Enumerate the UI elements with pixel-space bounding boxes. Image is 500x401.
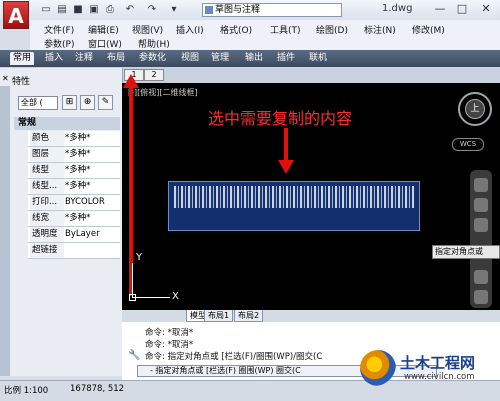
layout-tabs: 模型 布局1 布局2: [122, 310, 500, 322]
close-button[interactable]: ✕: [476, 2, 496, 16]
menu-format[interactable]: 格式(O): [220, 23, 252, 36]
ucs-origin-icon: [129, 294, 136, 301]
viewport-label[interactable]: [-][俯视][二维线框]: [128, 87, 198, 98]
menu-draw[interactable]: 绘图(D): [316, 23, 348, 36]
tab-plugins[interactable]: 插件: [274, 52, 298, 65]
pan-icon[interactable]: [474, 198, 488, 212]
property-row[interactable]: 打印... BYCOLOR: [28, 195, 120, 211]
steering-wheel-icon[interactable]: [474, 178, 488, 192]
tab-online[interactable]: 联机: [306, 52, 330, 65]
toggle-pickadd-icon[interactable]: ⊞: [62, 95, 77, 110]
minimize-button[interactable]: —: [430, 2, 450, 16]
tab-home[interactable]: 常用: [10, 52, 35, 65]
tab-output[interactable]: 输出: [242, 52, 266, 65]
gear-icon: [205, 6, 213, 14]
dropdown-icon[interactable]: ▾: [168, 4, 180, 15]
zoom-icon[interactable]: [474, 218, 488, 232]
tab-layout2[interactable]: 布局2: [234, 310, 264, 322]
menu-bar: 文件(F) 编辑(E) 视图(V) 插入(I) 格式(O) 工具(T) 绘图(D…: [30, 20, 500, 50]
ucs-x-label: X: [172, 291, 179, 302]
showmotion-icon[interactable]: [474, 290, 488, 304]
instruction-annotation: 选中需要复制的内容: [208, 109, 353, 128]
quick-select-icon[interactable]: ✎: [98, 95, 113, 110]
ribbon-tabs: 常用 插入 注释 布局 参数化 视图 管理 输出 插件 联机: [0, 50, 500, 67]
command-history-line: 命令: *取消*: [145, 340, 194, 350]
dynamic-input-tooltip: 指定对角点或: [432, 245, 500, 259]
viewcube[interactable]: 上: [465, 99, 485, 119]
print-icon[interactable]: ⎙: [104, 4, 116, 15]
redo-icon[interactable]: ↷: [146, 4, 158, 15]
watermark-logo: [360, 350, 396, 386]
command-history-line: 命令: *取消*: [145, 328, 194, 338]
open-folder-icon[interactable]: ▤: [56, 4, 68, 15]
app-logo[interactable]: A: [3, 1, 29, 29]
maximize-button[interactable]: □: [452, 2, 472, 16]
menu-tools[interactable]: 工具(T): [270, 23, 301, 36]
menu-help[interactable]: 帮助(H): [138, 37, 170, 50]
workspace-selector[interactable]: 草图与注释: [202, 3, 342, 17]
property-row[interactable]: 线宽 *多种*: [28, 211, 120, 227]
menu-view[interactable]: 视图(V): [132, 23, 163, 36]
new-file-icon[interactable]: ▭: [40, 4, 52, 15]
tab-annotate[interactable]: 注释: [72, 52, 96, 65]
menu-edit[interactable]: 编辑(E): [88, 23, 119, 36]
coordinate-readout: 167878, 512: [70, 384, 125, 394]
ucs-y-label: Y: [136, 252, 143, 263]
property-row[interactable]: 颜色 *多种*: [28, 131, 120, 147]
document-title: 1.dwg: [382, 3, 413, 14]
property-row[interactable]: 线型 *多种*: [28, 163, 120, 179]
menu-dimension[interactable]: 标注(N): [364, 23, 396, 36]
red-arrow-head-up: [123, 74, 139, 88]
ucs-x-axis: [132, 297, 170, 298]
ucs-y-axis: [132, 263, 133, 297]
menu-modify[interactable]: 修改(M): [412, 23, 445, 36]
property-row[interactable]: 线型... *多种*: [28, 179, 120, 195]
file-tab-2[interactable]: 2: [144, 69, 164, 81]
orbit-icon[interactable]: [474, 270, 488, 284]
property-row[interactable]: 图层 *多种*: [28, 147, 120, 163]
wcs-menu[interactable]: WCS: [452, 138, 484, 151]
tab-insert[interactable]: 插入: [42, 52, 66, 65]
tab-parametric[interactable]: 参数化: [136, 52, 169, 65]
selected-text-objects[interactable]: [174, 186, 414, 208]
save-as-icon[interactable]: ▣: [88, 4, 100, 15]
tab-layout1[interactable]: 布局1: [204, 310, 234, 322]
watermark-url: www.civilcn.com: [404, 372, 475, 382]
palette-side-strip[interactable]: [0, 86, 10, 376]
palette-close-icon[interactable]: ✕: [2, 74, 9, 83]
category-general[interactable]: 常规: [14, 117, 120, 130]
property-row[interactable]: 透明度 ByLayer: [28, 227, 120, 243]
menu-insert[interactable]: 插入(I): [176, 23, 204, 36]
menu-file[interactable]: 文件(F): [44, 23, 74, 36]
tab-view[interactable]: 视图: [178, 52, 202, 65]
tab-manage[interactable]: 管理: [208, 52, 232, 65]
menu-window[interactable]: 窗口(W): [88, 37, 122, 50]
red-arrow-head-down: [278, 160, 294, 174]
undo-icon[interactable]: ↶: [124, 4, 136, 15]
watermark-text: 土木工程网: [400, 354, 476, 372]
tab-layout[interactable]: 布局: [104, 52, 128, 65]
command-history-line: 命令: 指定对角点或 [栏选(F)/圈围(WP)/圈交(C: [145, 352, 323, 362]
property-row[interactable]: 超链接: [28, 243, 120, 259]
selection-combo[interactable]: 全部 (: [18, 96, 58, 110]
palette-title: 特性: [12, 77, 31, 87]
select-objects-icon[interactable]: ⊕: [80, 95, 95, 110]
workspace-label: 草图与注释: [215, 5, 261, 15]
save-icon[interactable]: ■: [72, 4, 84, 15]
wrench-icon[interactable]: 🔧: [128, 350, 140, 361]
annotation-scale[interactable]: 比例 1:100: [4, 384, 48, 396]
menu-parameter[interactable]: 参数(P): [44, 37, 74, 50]
